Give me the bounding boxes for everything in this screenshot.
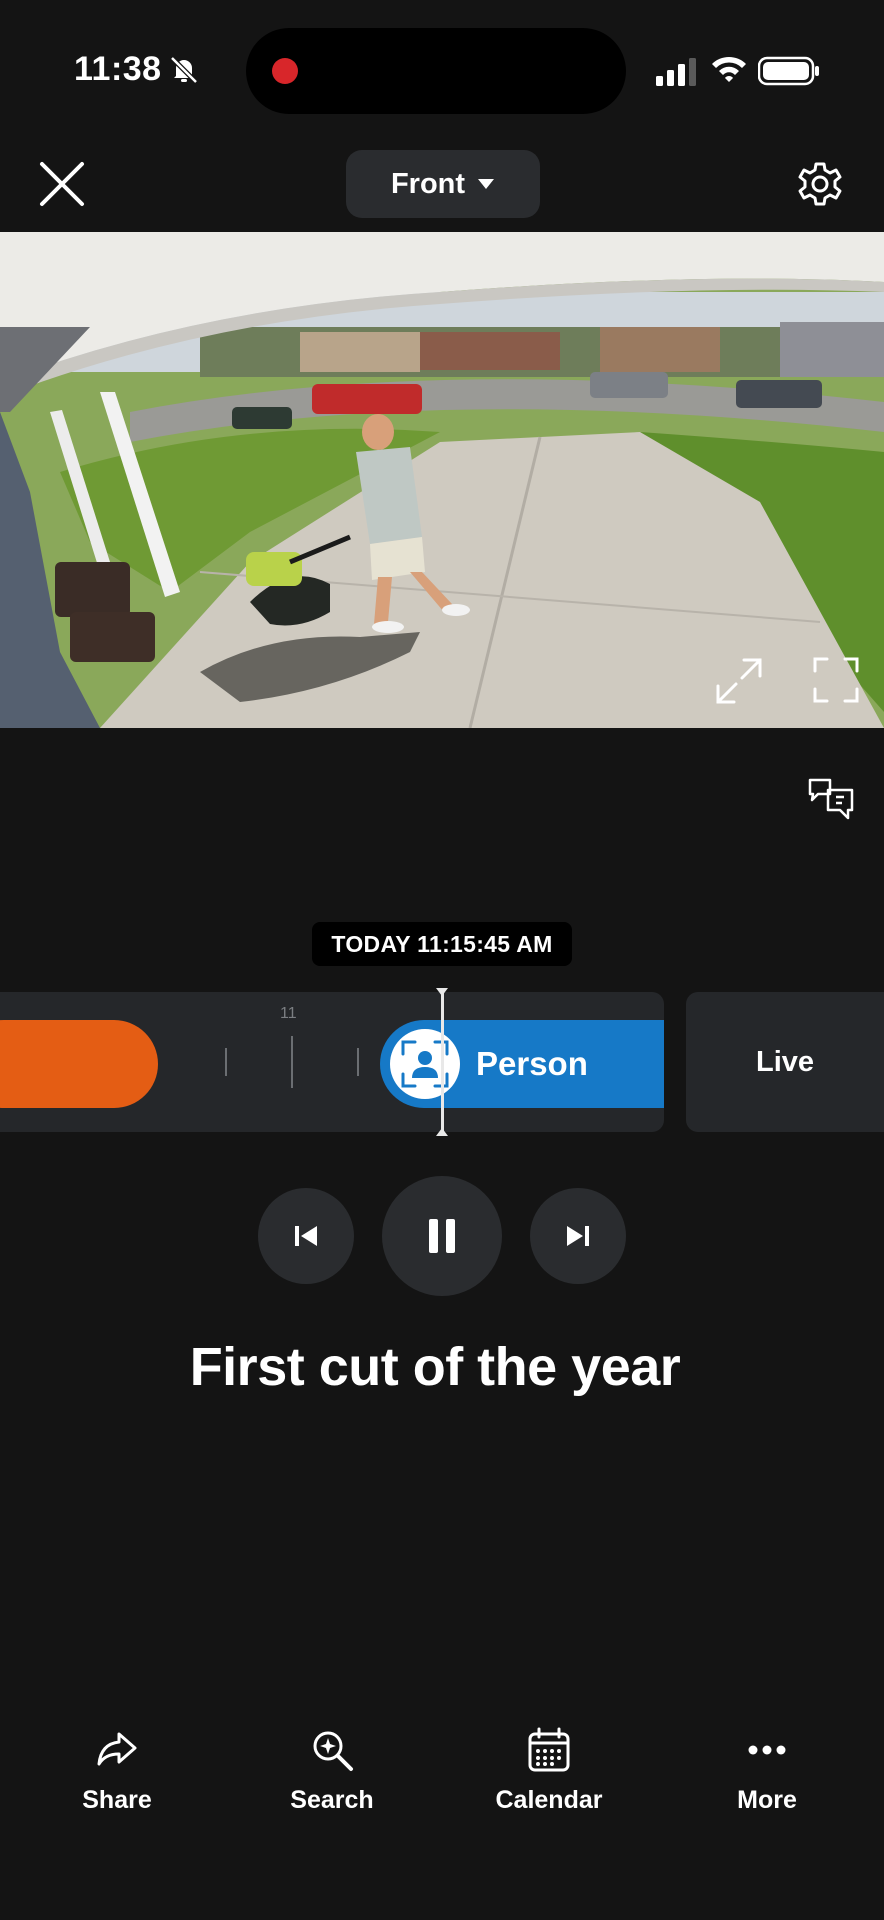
event-title[interactable]: First cut of the year: [0, 1336, 870, 1398]
timeline-tick: [357, 1048, 359, 1076]
calendar-icon: [528, 1727, 570, 1772]
more-icon: [748, 1745, 786, 1755]
feedback-icon[interactable]: [806, 776, 856, 822]
calendar-button[interactable]: Calendar: [474, 1726, 624, 1816]
pause-icon: [429, 1219, 455, 1253]
pause-button[interactable]: [382, 1176, 502, 1296]
share-label: Share: [82, 1786, 152, 1814]
skip-next-icon: [567, 1226, 589, 1246]
status-time: 11:38: [74, 50, 162, 88]
close-button[interactable]: [36, 158, 88, 210]
camera-name: Front: [390, 167, 466, 200]
person-event-chip[interactable]: Person: [380, 1020, 664, 1108]
timeline-tick: [225, 1048, 227, 1076]
bell-muted-icon: [170, 56, 198, 84]
timeline-playhead[interactable]: [441, 990, 444, 1134]
search-button[interactable]: Search: [257, 1726, 407, 1816]
event-timestamp: TODAY 11:15:45 AM: [312, 922, 572, 966]
cellular-signal-icon: [656, 58, 696, 86]
previous-event-button[interactable]: [258, 1188, 354, 1284]
expand-icon[interactable]: [714, 656, 764, 706]
share-icon: [97, 1732, 137, 1766]
person-icon: [390, 1029, 460, 1099]
wifi-icon: [712, 56, 746, 82]
more-button[interactable]: More: [692, 1726, 842, 1816]
next-event-button[interactable]: [530, 1188, 626, 1284]
timeline-hour-label: 11: [280, 1005, 297, 1022]
motion-event-chip[interactable]: [0, 1020, 158, 1108]
share-button[interactable]: Share: [42, 1726, 192, 1816]
calendar-label: Calendar: [495, 1786, 603, 1814]
live-button[interactable]: Live: [686, 992, 884, 1132]
search-label: Search: [290, 1786, 374, 1814]
search-icon: [313, 1731, 353, 1771]
playhead-top-marker: [436, 988, 448, 996]
battery-icon: [758, 56, 819, 86]
camera-selector[interactable]: Front: [346, 150, 540, 218]
event-timeline[interactable]: 11 Person: [0, 992, 664, 1132]
gear-icon[interactable]: [796, 160, 844, 208]
video-frame: [0, 232, 884, 728]
dynamic-island: [246, 28, 626, 114]
fullscreen-icon[interactable]: [812, 656, 860, 704]
recording-indicator: [272, 58, 298, 84]
timeline-tick: [291, 1036, 293, 1088]
caret-down-icon: [478, 179, 495, 189]
more-label: More: [737, 1786, 797, 1814]
skip-previous-icon: [295, 1226, 317, 1246]
camera-video-feed[interactable]: [0, 232, 884, 728]
person-event-label: Person: [476, 1045, 588, 1082]
playhead-bottom-marker: [436, 1128, 448, 1136]
